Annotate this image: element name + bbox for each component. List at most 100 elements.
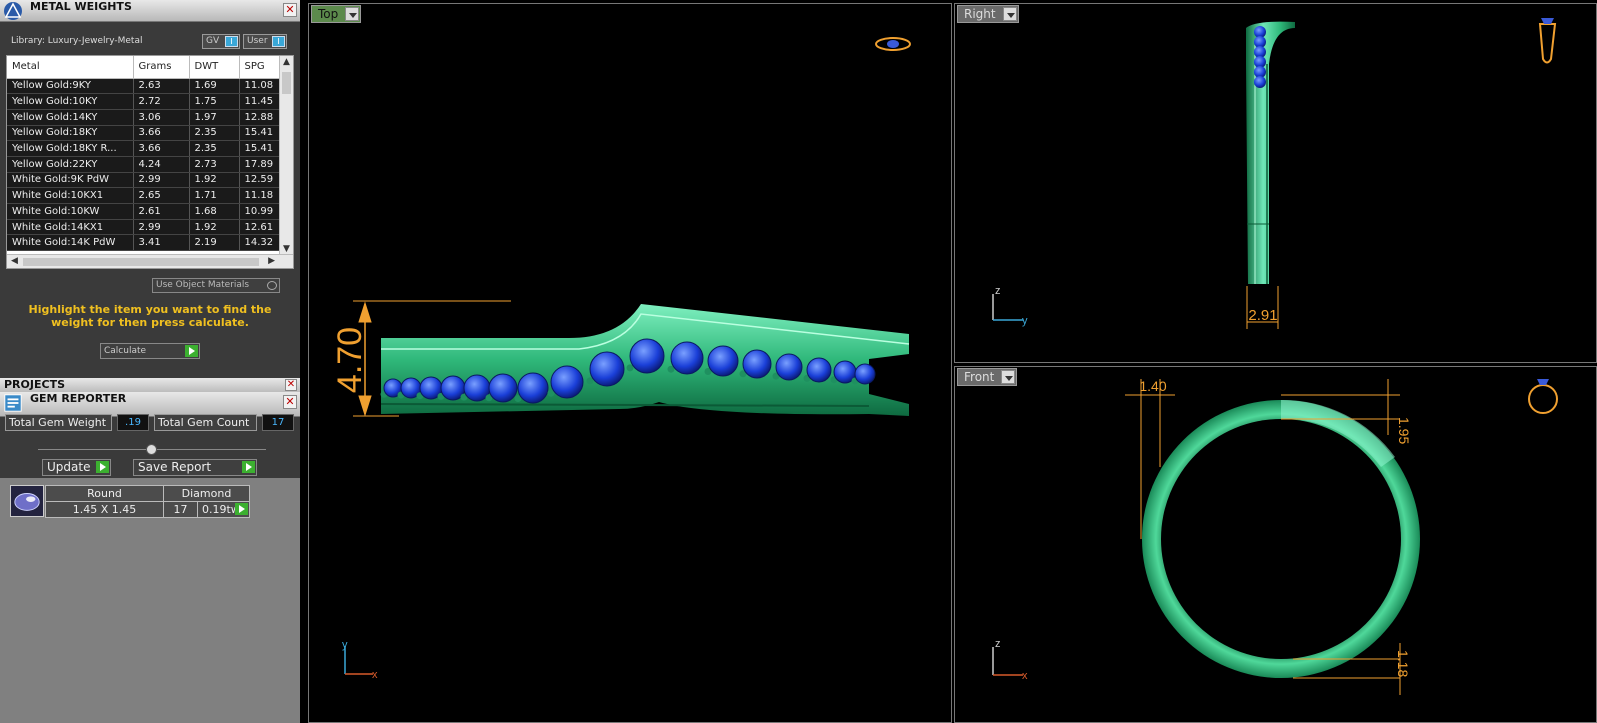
update-button[interactable]: Update bbox=[42, 459, 111, 476]
right-view-label-dropdown[interactable]: Right bbox=[957, 5, 1019, 23]
scroll-left-arrow-icon[interactable]: ◀ bbox=[11, 256, 18, 266]
metal-table-row[interactable]: White Gold:14KX1 2.99 1.92 12.61 bbox=[7, 219, 280, 236]
gem-stone bbox=[517, 372, 549, 404]
vertical-scroll-thumb[interactable] bbox=[282, 72, 291, 94]
scroll-down-arrow-icon[interactable]: ▼ bbox=[283, 244, 290, 254]
axis-y-label: y bbox=[1022, 315, 1028, 327]
spg-cell: 10.99 bbox=[239, 203, 280, 220]
total-gem-weight-label: Total Gem Weight bbox=[5, 414, 112, 431]
projects-close-button[interactable]: ✕ bbox=[285, 379, 297, 391]
play-arrow-icon bbox=[235, 503, 248, 515]
dwt-cell: 1.97 bbox=[189, 109, 240, 126]
metal-weights-close-button[interactable]: ✕ bbox=[283, 3, 297, 17]
chevron-down-icon bbox=[345, 7, 360, 21]
axis-gizmo-right: z y bbox=[992, 285, 1028, 327]
gv-toggle-label: GV bbox=[206, 36, 220, 46]
metal-name-cell: Yellow Gold:18KY bbox=[7, 125, 134, 142]
right-view-label: Right bbox=[964, 7, 996, 21]
column-header-spg[interactable]: SPG bbox=[239, 56, 280, 79]
gem-reporter-slider-knob[interactable] bbox=[146, 444, 157, 455]
user-toggle[interactable]: User I bbox=[243, 34, 287, 49]
gem-row-values[interactable]: 1.45 X 1.45 17 0.19tw bbox=[45, 501, 250, 518]
front-viewport[interactable]: 1.40 1.95 1.18 z x Front bbox=[954, 366, 1597, 723]
metal-table-row[interactable]: Yellow Gold:14KY 3.06 1.97 12.88 bbox=[7, 109, 280, 126]
save-report-label: Save Report bbox=[138, 460, 212, 474]
dwt-cell: 1.68 bbox=[189, 203, 240, 220]
metal-table-row[interactable]: Yellow Gold:10KY 2.72 1.75 11.45 bbox=[7, 93, 280, 110]
dwt-cell: 1.92 bbox=[189, 219, 240, 236]
grams-cell: 2.99 bbox=[133, 172, 190, 189]
use-object-materials-label: Use Object Materials bbox=[156, 280, 250, 290]
use-object-materials-toggle[interactable]: Use Object Materials bbox=[152, 278, 280, 293]
gem-stone bbox=[742, 349, 772, 379]
metal-table-row[interactable]: White Gold:14K PdW 3.41 2.19 14.32 bbox=[7, 234, 280, 252]
gem-stone bbox=[589, 351, 625, 387]
metal-name-cell: White Gold:9K PdW bbox=[7, 172, 134, 189]
metal-table-horizontal-scrollbar[interactable]: ◀ ▶ bbox=[7, 254, 293, 268]
round-diamond-thumbnail-icon[interactable] bbox=[10, 485, 44, 517]
gem-stone bbox=[707, 345, 739, 377]
app-logo-icon bbox=[4, 2, 22, 20]
metal-table-header: Metal Grams DWT SPG bbox=[7, 56, 280, 79]
axis-y-label: y bbox=[342, 639, 348, 651]
dwt-cell: 2.19 bbox=[189, 234, 240, 252]
metal-table-vertical-scrollbar[interactable]: ▲ ▼ bbox=[279, 56, 293, 255]
projects-header[interactable]: PROJECTS ✕ bbox=[0, 378, 300, 392]
grams-cell: 3.66 bbox=[133, 125, 190, 142]
play-arrow-icon bbox=[96, 461, 109, 473]
top-viewport[interactable]: 4.70 y x Top bbox=[308, 3, 952, 723]
save-report-button[interactable]: Save Report bbox=[133, 459, 257, 476]
gem-count: 17 bbox=[163, 501, 198, 518]
grams-cell: 3.06 bbox=[133, 109, 190, 126]
calculate-button[interactable]: Calculate bbox=[100, 343, 200, 359]
ring-band-front bbox=[1142, 399, 1420, 678]
chevron-down-icon bbox=[1002, 7, 1017, 21]
play-arrow-icon bbox=[242, 461, 255, 473]
front-dimension-bottom-label: 1.18 bbox=[1395, 650, 1411, 677]
metal-table-row[interactable]: White Gold:10KX1 2.65 1.71 11.18 bbox=[7, 187, 280, 204]
gem-weight-cell[interactable]: 0.19tw bbox=[197, 501, 250, 518]
gem-reporter-close-button[interactable]: ✕ bbox=[283, 395, 297, 409]
metal-table-row[interactable]: Yellow Gold:9KY 2.63 1.69 11.08 bbox=[7, 78, 280, 95]
front-view-label-dropdown[interactable]: Front bbox=[957, 368, 1018, 386]
axis-x-label: x bbox=[1022, 670, 1028, 682]
front-view-canvas: 1.40 1.95 1.18 z x bbox=[992, 378, 1558, 695]
dwt-cell: 1.71 bbox=[189, 187, 240, 204]
gv-toggle-knob-icon: I bbox=[225, 36, 238, 47]
library-label: Library: Luxury-Jewelry-Metal bbox=[11, 36, 143, 46]
column-header-grams[interactable]: Grams bbox=[133, 56, 190, 79]
gv-toggle[interactable]: GV I bbox=[202, 34, 240, 49]
gem-type: Diamond bbox=[163, 485, 250, 502]
grams-cell: 3.66 bbox=[133, 140, 190, 157]
metal-table-row[interactable]: Yellow Gold:18KY 3.66 2.35 15.41 bbox=[7, 125, 280, 142]
metal-table-container: Metal Grams DWT SPG Yellow Gold:9KY 2.63 1… bbox=[6, 55, 294, 269]
right-viewport[interactable]: 2.91 z y Right bbox=[954, 3, 1597, 363]
dwt-cell: 2.35 bbox=[189, 140, 240, 157]
column-header-metal[interactable]: Metal bbox=[7, 56, 134, 79]
dwt-cell: 2.35 bbox=[189, 125, 240, 142]
gem-stone bbox=[550, 365, 584, 399]
spg-cell: 15.41 bbox=[239, 125, 280, 142]
metal-name-cell: Yellow Gold:18KY R... bbox=[7, 140, 134, 157]
ring-band-side bbox=[1246, 21, 1295, 284]
user-toggle-label: User bbox=[247, 36, 268, 46]
scroll-right-arrow-icon[interactable]: ▶ bbox=[268, 256, 275, 266]
gem-stone-side bbox=[1254, 76, 1266, 88]
metal-table-row[interactable]: Yellow Gold:18KY R... 3.66 2.35 15.41 bbox=[7, 140, 280, 157]
horizontal-scroll-thumb[interactable] bbox=[23, 258, 259, 266]
column-header-dwt[interactable]: DWT bbox=[189, 56, 240, 79]
spg-cell: 11.18 bbox=[239, 187, 280, 204]
metal-name-cell: Yellow Gold:10KY bbox=[7, 93, 134, 110]
metal-table-row[interactable]: Yellow Gold:22KY 4.24 2.73 17.89 bbox=[7, 156, 280, 173]
gem-row-header[interactable]: Round Diamond bbox=[45, 485, 250, 502]
scroll-up-arrow-icon[interactable]: ▲ bbox=[283, 57, 290, 67]
ring-front-orientation-icon bbox=[1528, 379, 1558, 414]
metal-weights-header: METAL WEIGHTS ✕ bbox=[0, 0, 300, 22]
metal-table-row[interactable]: White Gold:9K PdW 2.99 1.92 12.59 bbox=[7, 172, 280, 189]
ring-orientation-icon bbox=[875, 37, 911, 51]
gem-stone bbox=[488, 373, 518, 403]
axis-z-label: z bbox=[995, 285, 1001, 297]
top-view-label-dropdown[interactable]: Top bbox=[311, 5, 362, 23]
gem-reporter-title: GEM REPORTER bbox=[30, 392, 127, 405]
metal-table-row[interactable]: White Gold:10KW 2.61 1.68 10.99 bbox=[7, 203, 280, 220]
